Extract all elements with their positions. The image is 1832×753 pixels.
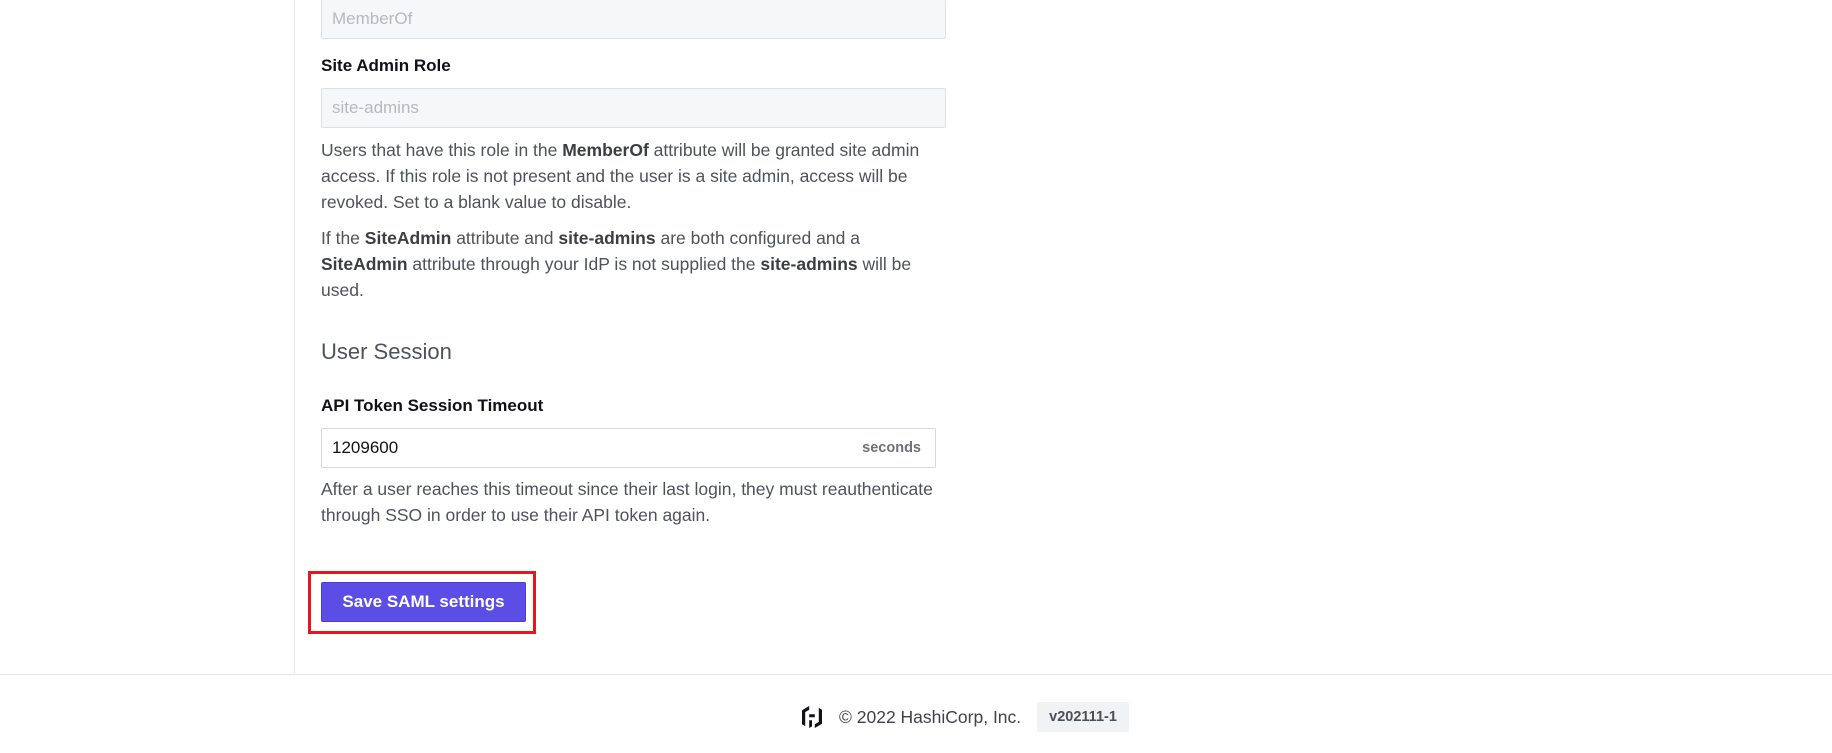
footer-copyright: © 2022 HashiCorp, Inc. bbox=[839, 706, 1022, 727]
footer-content: © 2022 HashiCorp, Inc. v202111-1 bbox=[799, 701, 1129, 733]
version-badge: v202111-1 bbox=[1037, 702, 1129, 732]
member-of-input[interactable]: MemberOf bbox=[321, 0, 946, 39]
save-saml-settings-button[interactable]: Save SAML settings bbox=[321, 582, 526, 622]
page-footer: © 2022 HashiCorp, Inc. v202111-1 bbox=[0, 674, 1832, 753]
hashicorp-logo-icon bbox=[802, 706, 822, 728]
user-session-heading: User Session bbox=[321, 339, 452, 364]
timeout-unit-suffix: seconds bbox=[862, 440, 921, 456]
site-admin-role-help-2: If the SiteAdmin attribute and site-admi… bbox=[321, 228, 912, 300]
saml-settings-page: MemberOf Site Admin Role site-admins Use… bbox=[0, 0, 1832, 753]
site-admin-role-input[interactable]: site-admins bbox=[321, 88, 946, 128]
api-token-timeout-help: After a user reaches this timeout since … bbox=[321, 479, 933, 525]
api-token-timeout-label: API Token Session Timeout bbox=[321, 396, 544, 415]
api-token-timeout-value: 1209600 bbox=[332, 438, 399, 457]
api-token-timeout-input[interactable]: 1209600 seconds bbox=[321, 428, 936, 468]
site-admin-role-help-1: Users that have this role in the MemberO… bbox=[321, 140, 920, 212]
sidebar-divider bbox=[294, 0, 295, 674]
site-admin-role-label: Site Admin Role bbox=[321, 56, 451, 75]
